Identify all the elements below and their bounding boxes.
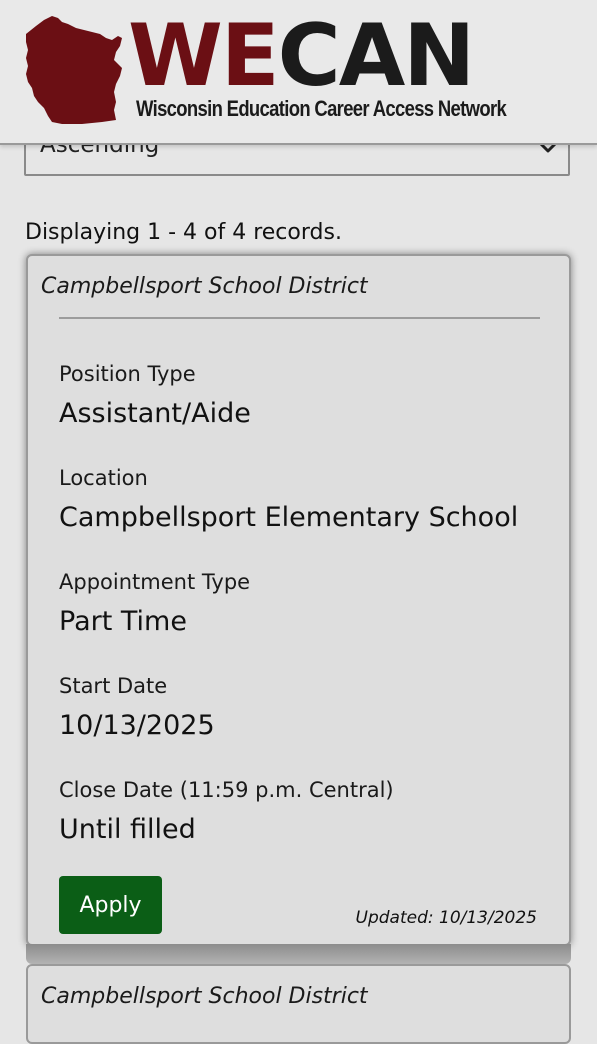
wecan-logo[interactable]: WECAN	[128, 6, 476, 106]
position-type-label: Position Type	[59, 362, 196, 386]
updated-date: Updated: 10/13/2025	[355, 908, 537, 928]
site-header: WECAN Wisconsin Education Career Access …	[0, 0, 597, 145]
wisconsin-map-icon	[26, 16, 122, 124]
close-date-value: Until filled	[59, 814, 196, 845]
district-name: Campbellsport School District	[41, 984, 368, 1009]
card-footer-bar	[26, 944, 571, 964]
start-date-label: Start Date	[59, 674, 168, 698]
logo-can: CAN	[277, 6, 476, 106]
logo-subtitle: Wisconsin Education Career Access Networ…	[136, 96, 507, 121]
appointment-type-value: Part Time	[59, 606, 187, 637]
location-value: Campbellsport Elementary School	[59, 502, 519, 533]
close-date-label: Close Date (11:59 p.m. Central)	[59, 778, 394, 802]
start-date-value: 10/13/2025	[59, 710, 215, 741]
district-name: Campbellsport School District	[41, 274, 368, 299]
divider	[59, 317, 540, 319]
location-label: Location	[59, 466, 148, 490]
position-type-value: Assistant/Aide	[59, 398, 251, 429]
apply-button[interactable]: Apply	[59, 876, 162, 934]
job-listing-card: Campbellsport School District	[26, 964, 571, 1044]
records-count: Displaying 1 - 4 of 4 records.	[25, 220, 342, 245]
appointment-type-label: Appointment Type	[59, 570, 251, 594]
job-listing-card: Campbellsport School District Position T…	[26, 254, 571, 946]
logo-we: WE	[128, 6, 280, 106]
